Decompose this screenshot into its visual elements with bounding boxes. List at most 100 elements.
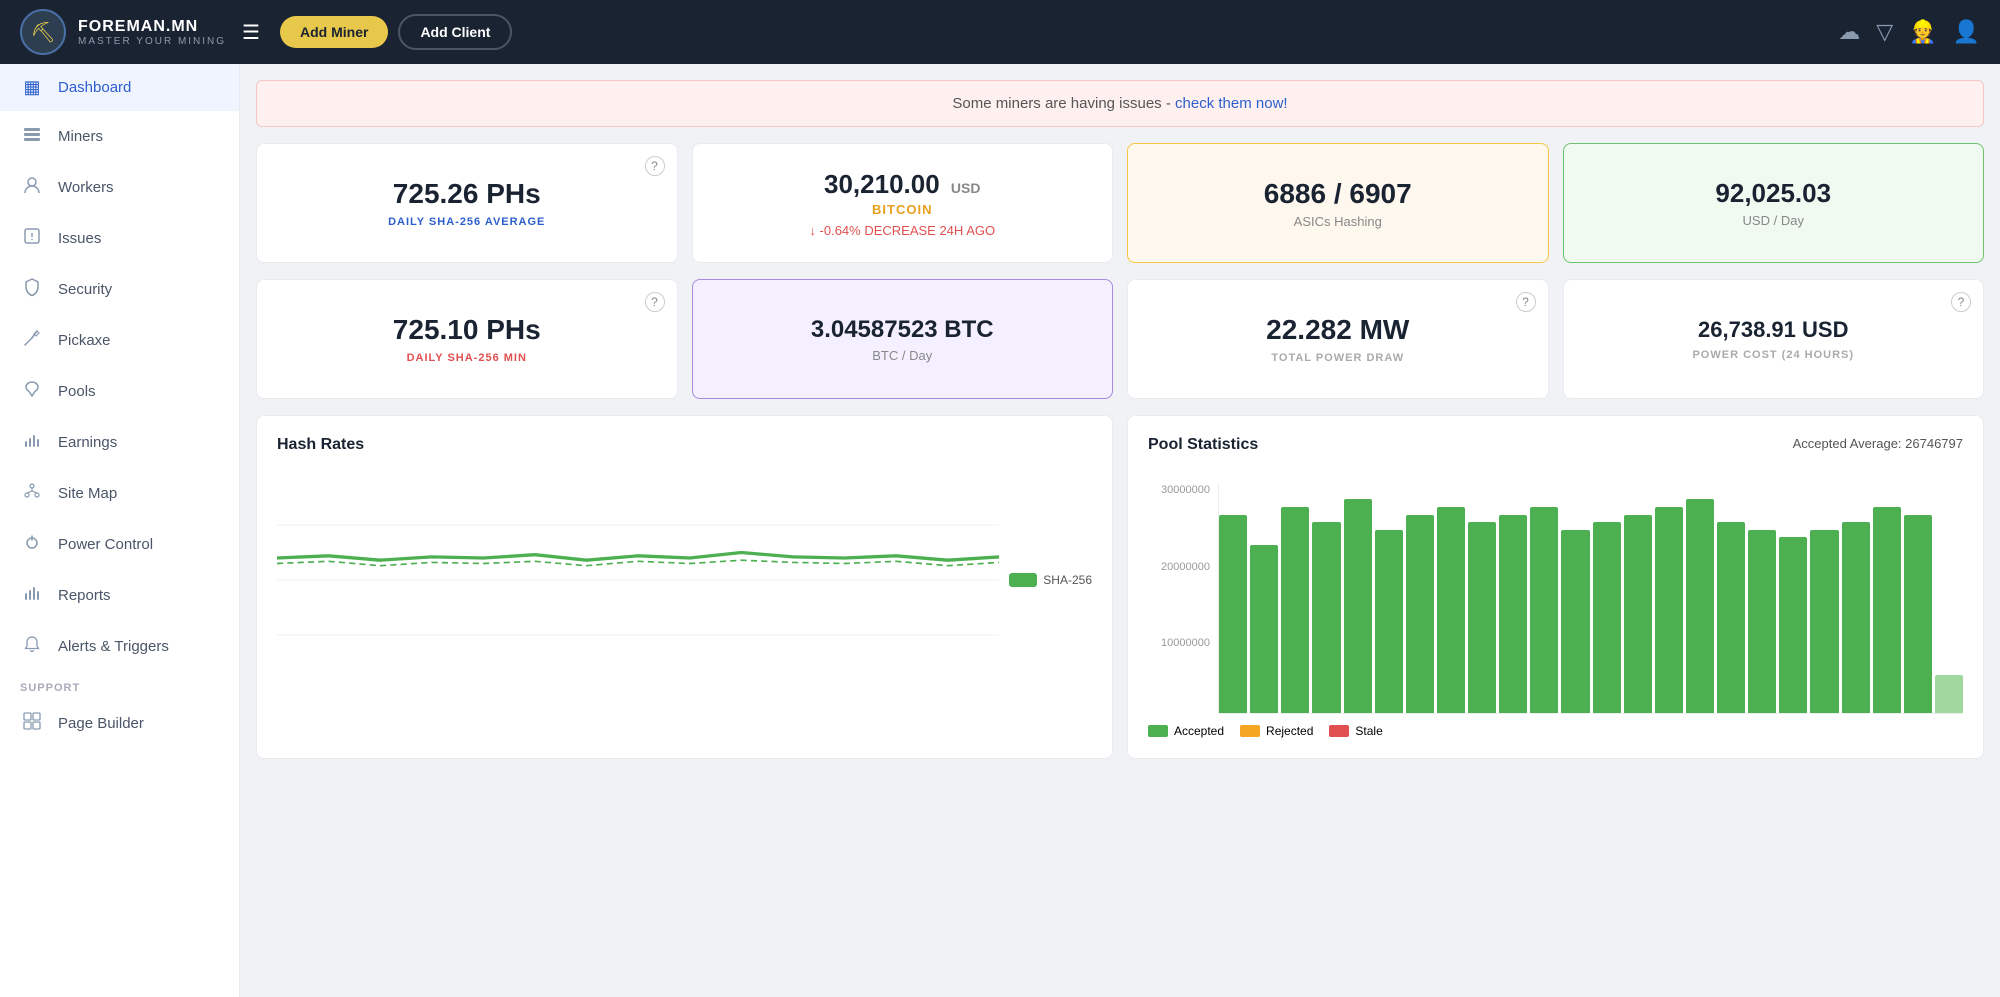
sha256-avg-label: DAILY SHA-256 AVERAGE — [388, 216, 545, 228]
sidebar-item-workers[interactable]: Workers — [0, 162, 239, 213]
pool-bar — [1842, 522, 1870, 713]
person-hat-icon[interactable]: 👷 — [1909, 19, 1936, 45]
main-content: Some miners are having issues - check th… — [240, 64, 2000, 997]
btc-price-value: 30,210.00 — [824, 169, 940, 199]
stat-card-btc-day: 3.04587523 BTC BTC / Day — [692, 279, 1114, 399]
btc-coin-label: BITCOIN — [872, 202, 932, 217]
power-control-icon — [20, 532, 44, 557]
alerts-icon — [20, 634, 44, 659]
help-icon-1[interactable]: ? — [645, 156, 665, 176]
dashboard-icon: ▦ — [20, 77, 44, 98]
pool-bar — [1437, 507, 1465, 713]
pool-bar — [1779, 537, 1807, 713]
sha256-legend-color — [1009, 573, 1037, 587]
sidebar-item-reports[interactable]: Reports — [0, 570, 239, 621]
y-label-10m: 10000000 — [1148, 637, 1210, 649]
pool-bar-group — [1624, 484, 1652, 713]
pool-bar-group — [1842, 484, 1870, 713]
hamburger-menu[interactable]: ☰ — [242, 20, 260, 45]
sidebar-item-page-builder[interactable]: Page Builder — [0, 698, 239, 749]
stat-card-power-draw: ? 22.282 MW TOTAL POWER DRAW — [1127, 279, 1549, 399]
pool-bar — [1530, 507, 1558, 713]
pool-bar — [1748, 530, 1776, 713]
add-miner-button[interactable]: Add Miner — [280, 16, 388, 48]
stale-label: Stale — [1355, 724, 1382, 738]
sidebar-item-dashboard[interactable]: ▦ Dashboard — [0, 64, 239, 111]
pool-bar-group — [1219, 484, 1247, 713]
pool-bar-group — [1375, 484, 1403, 713]
logo-area: ⛏ FOREMAN.MN MASTER YOUR MINING — [20, 9, 226, 55]
pool-bar-group — [1312, 484, 1340, 713]
y-label-30m: 30000000 — [1148, 484, 1210, 496]
sidebar-item-power-control[interactable]: Power Control — [0, 519, 239, 570]
pool-bar — [1250, 545, 1278, 713]
asics-value: 6886 / 6907 — [1264, 178, 1412, 210]
alert-link[interactable]: check them now! — [1175, 95, 1288, 112]
user-icon[interactable]: 👤 — [1953, 19, 1980, 45]
sidebar-item-alerts[interactable]: Alerts & Triggers — [0, 621, 239, 672]
legend-rejected: Rejected — [1240, 724, 1313, 738]
sidebar-label-power-control: Power Control — [58, 536, 153, 553]
pool-bar — [1281, 507, 1309, 713]
pool-bar — [1219, 515, 1247, 713]
sha256-min-value: 725.10 PHs — [393, 314, 541, 346]
sidebar-item-earnings[interactable]: Earnings — [0, 417, 239, 468]
pool-bar — [1655, 507, 1683, 713]
pool-bar-group — [1655, 484, 1683, 713]
app-name: FOREMAN.MN — [78, 18, 226, 36]
pool-stats-card: Pool Statistics Accepted Average: 267467… — [1127, 415, 1984, 759]
pool-bar — [1344, 499, 1372, 713]
pool-bar-group — [1281, 484, 1309, 713]
usd-day-label: USD / Day — [1743, 213, 1804, 228]
workers-icon — [20, 175, 44, 200]
pool-bar-group — [1561, 484, 1589, 713]
pool-bar-group — [1344, 484, 1372, 713]
app-body: ▦ Dashboard Miners Workers Issues Secu — [0, 64, 2000, 997]
sidebar-label-dashboard: Dashboard — [58, 79, 131, 96]
pool-bar — [1717, 522, 1745, 713]
stat-card-asics: 6886 / 6907 ASICs Hashing — [1127, 143, 1549, 263]
btc-currency: USD — [951, 180, 981, 196]
sidebar-label-miners: Miners — [58, 128, 103, 145]
sidebar-item-security[interactable]: Security — [0, 264, 239, 315]
help-icon-7[interactable]: ? — [1516, 292, 1536, 312]
logo-icon: ⛏ — [20, 9, 66, 55]
pool-bar-group — [1499, 484, 1527, 713]
legend-accepted: Accepted — [1148, 724, 1224, 738]
help-icon-5[interactable]: ? — [645, 292, 665, 312]
sidebar-item-issues[interactable]: Issues — [0, 213, 239, 264]
pool-accepted-avg: Accepted Average: 26746797 — [1793, 436, 1963, 451]
sidebar-item-sitemap[interactable]: Site Map — [0, 468, 239, 519]
pool-bar — [1561, 530, 1589, 713]
filter-icon[interactable]: ▽ — [1876, 19, 1893, 45]
page-builder-icon — [20, 711, 44, 736]
sidebar-item-pickaxe[interactable]: Pickaxe — [0, 315, 239, 366]
power-cost-value: 26,738.91 USD — [1698, 317, 1848, 343]
sidebar-label-issues: Issues — [58, 230, 101, 247]
sidebar-label-sitemap: Site Map — [58, 485, 117, 502]
sidebar-label-pools: Pools — [58, 383, 96, 400]
cloud-upload-icon[interactable]: ☁ — [1838, 19, 1860, 45]
sidebar-label-reports: Reports — [58, 587, 111, 604]
pool-bars-container — [1218, 484, 1963, 714]
pool-bar — [1468, 522, 1496, 713]
sidebar-label-earnings: Earnings — [58, 434, 117, 451]
accepted-color — [1148, 725, 1168, 737]
pool-bar-group — [1810, 484, 1838, 713]
app-tagline: MASTER YOUR MINING — [78, 36, 226, 47]
sidebar-item-pools[interactable]: Pools — [0, 366, 239, 417]
alert-text: Some miners are having issues - — [952, 95, 1175, 112]
add-client-button[interactable]: Add Client — [398, 14, 512, 50]
pool-bar-group — [1717, 484, 1745, 713]
power-draw-label: TOTAL POWER DRAW — [1271, 352, 1404, 364]
pool-bar — [1499, 515, 1527, 713]
btc-change: ↓ -0.64% DECREASE 24H AGO — [809, 223, 995, 238]
power-draw-value: 22.282 MW — [1266, 314, 1409, 346]
legend-stale: Stale — [1329, 724, 1382, 738]
pool-chart-area: 30000000 20000000 10000000 — [1148, 484, 1963, 714]
asics-label: ASICs Hashing — [1294, 214, 1382, 229]
pool-bar — [1375, 530, 1403, 713]
help-icon-8[interactable]: ? — [1951, 292, 1971, 312]
sidebar-item-miners[interactable]: Miners — [0, 111, 239, 162]
pools-icon — [20, 379, 44, 404]
